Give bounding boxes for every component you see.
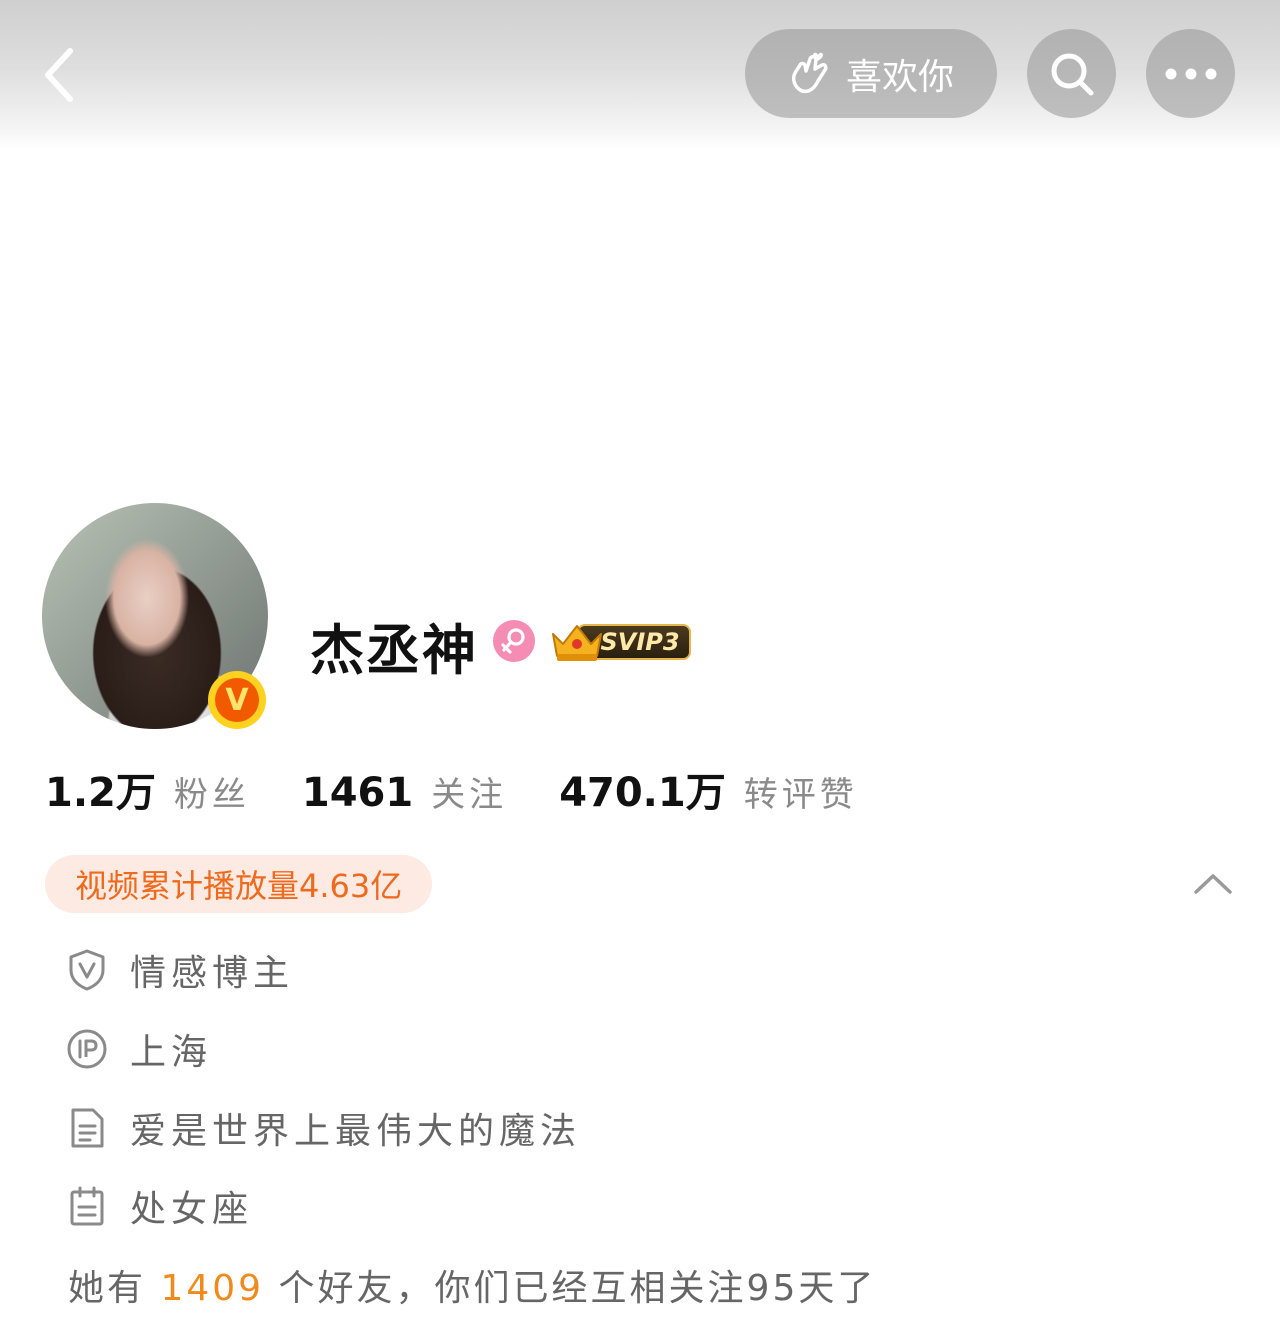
collapse-chevron-up-icon[interactable] — [1192, 868, 1234, 898]
info-row-ip: 上海 — [66, 1024, 212, 1074]
info-row-bio: 爱是世界上最伟大的魔法 — [66, 1103, 581, 1153]
stat-following[interactable]: 1461 关注 — [302, 767, 507, 816]
friends-prefix: 她有 — [68, 1268, 147, 1309]
verified-v-icon: V — [215, 678, 259, 722]
stat-interactions-label: 转评赞 — [743, 775, 858, 815]
profile-name: 杰丞神 — [310, 619, 478, 682]
shield-v-icon — [66, 949, 108, 991]
like-you-label: 喜欢你 — [845, 56, 954, 98]
info-zodiac-text: 处女座 — [130, 1189, 254, 1230]
info-row-category: 情感博主 — [66, 945, 294, 995]
verified-badge: V — [208, 671, 266, 729]
crown-icon — [552, 625, 602, 661]
info-row-zodiac: 处女座 — [66, 1181, 253, 1231]
friends-count: 1409 — [160, 1268, 265, 1309]
more-button[interactable] — [1146, 29, 1235, 118]
stat-fans-label: 粉丝 — [173, 775, 250, 815]
like-you-button[interactable]: 喜欢你 — [745, 29, 997, 118]
svip-badge[interactable]: SVIP3 — [549, 620, 694, 664]
calendar-icon — [66, 1185, 108, 1227]
stat-fans[interactable]: 1.2万 粉丝 — [45, 760, 250, 818]
finger-heart-icon — [791, 52, 828, 93]
stat-interactions-value: 470.1万 — [559, 770, 726, 816]
stat-following-value: 1461 — [301, 770, 414, 816]
info-category-text: 情感博主 — [130, 953, 295, 994]
ip-icon — [66, 1028, 108, 1070]
search-icon — [1051, 53, 1093, 95]
friends-suffix: 个好友，你们已经互相关注95天了 — [278, 1268, 877, 1309]
search-button[interactable] — [1027, 29, 1116, 118]
info-bio-text: 爱是世界上最伟大的魔法 — [130, 1111, 582, 1152]
document-icon — [66, 1107, 108, 1149]
info-ip-text: 上海 — [130, 1032, 213, 1073]
stat-following-label: 关注 — [431, 775, 508, 815]
video-play-count-badge[interactable]: 视频累计播放量4.63亿 — [45, 855, 433, 913]
stat-interactions[interactable]: 470.1万 转评赞 — [559, 760, 858, 818]
gender-female-badge — [493, 620, 535, 662]
stat-fans-value: 1.2万 — [45, 770, 156, 816]
back-arrow-icon — [45, 48, 73, 102]
more-dots-icon — [1165, 68, 1216, 79]
mutual-friends-text[interactable]: 她有 1409 个好友，你们已经互相关注95天了 — [68, 1259, 876, 1311]
stats-row: 1.2万 粉丝 1461 关注 470.1万 转评赞 — [45, 760, 910, 820]
back-button[interactable] — [30, 40, 90, 110]
female-symbol-icon — [501, 628, 525, 654]
